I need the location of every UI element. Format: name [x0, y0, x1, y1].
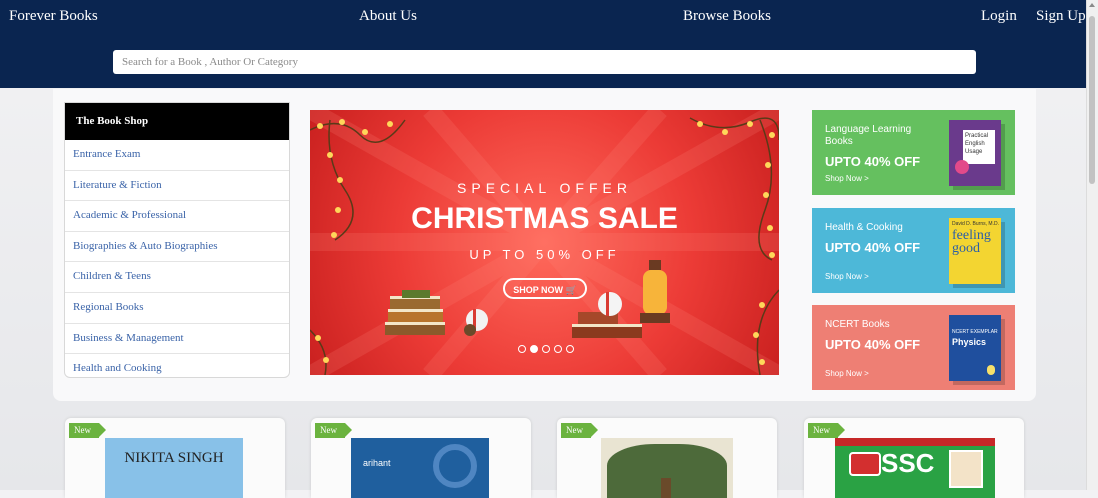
carousel-dot-active[interactable] — [530, 345, 538, 353]
category-business-management[interactable]: Business & Management — [65, 324, 289, 355]
category-biographies[interactable]: Biographies & Auto Biographies — [65, 232, 289, 263]
book-cover-image — [601, 438, 733, 498]
promo-health-cooking[interactable]: Health & Cooking UPTO 40% OFF Shop Now >… — [812, 208, 1015, 293]
book-cover-title: Practical English Usage — [963, 130, 995, 164]
book-cover-art — [955, 160, 969, 174]
promo-carousel[interactable]: SPECIAL OFFER CHRISTMAS SALE UP TO 50% O… — [310, 110, 779, 375]
book-cover-image: SSC — [835, 438, 995, 498]
category-children-teens[interactable]: Children & Teens — [65, 262, 289, 293]
book-cover-author: David D. Burns, M.D. — [952, 221, 999, 227]
carousel-dot[interactable] — [518, 345, 526, 353]
category-sidebar: The Book Shop Entrance Exam Literature &… — [64, 102, 290, 378]
book-cover-image: David D. Burns, M.D. feeling good — [949, 218, 1001, 284]
brand-logo-link[interactable]: Forever Books — [9, 8, 98, 25]
promo-language-learning[interactable]: Language Learning Books UPTO 40% OFF Sho… — [812, 110, 1015, 195]
sidebar-title: The Book Shop — [65, 103, 289, 140]
gift-books-illustration — [385, 290, 488, 336]
book-card[interactable]: New arihant — [311, 418, 531, 498]
promo-offer: UPTO 40% OFF — [825, 337, 921, 352]
new-badge: New — [808, 423, 845, 438]
book-cover-series: NCERT EXEMPLAR — [952, 329, 998, 335]
scrollbar-thumb[interactable] — [1089, 16, 1095, 184]
banner-discount: UP TO 50% OFF — [469, 247, 620, 262]
promo-category: Health & Cooking — [825, 222, 903, 233]
carousel-dot[interactable] — [554, 345, 562, 353]
banner-headline: CHRISTMAS SALE — [411, 202, 678, 235]
new-badge: New — [69, 423, 106, 438]
tree-trunk — [661, 478, 671, 498]
category-regional-books[interactable]: Regional Books — [65, 293, 289, 324]
category-literature-fiction[interactable]: Literature & Fiction — [65, 171, 289, 202]
nav-browse-books[interactable]: Browse Books — [683, 8, 771, 25]
carousel-dot[interactable] — [542, 345, 550, 353]
cover-top-strip — [835, 438, 995, 446]
banner-shop-now-button[interactable]: SHOP NOW 🛒 — [503, 278, 587, 299]
new-badge: New — [315, 423, 352, 438]
nav-about-us[interactable]: About Us — [359, 8, 417, 25]
book-card[interactable]: New NIKITA SINGH — [65, 418, 285, 498]
promo-offer: UPTO 40% OFF — [825, 154, 921, 169]
banner-special-offer: SPECIAL OFFER — [457, 180, 632, 196]
promo-ncert-books[interactable]: NCERT Books UPTO 40% OFF Shop Now > NCER… — [812, 305, 1015, 390]
book-cover-text: SSC — [881, 448, 935, 478]
promo-shop-now-link[interactable]: Shop Now > — [825, 272, 869, 281]
promo-category: Language Learning Books — [825, 124, 912, 147]
lightbulb-icon — [987, 365, 995, 375]
book-cover-image: arihant — [351, 438, 489, 498]
promo-offer: UPTO 40% OFF — [825, 240, 921, 255]
author-photo — [949, 450, 983, 488]
category-entrance-exam[interactable]: Entrance Exam — [65, 140, 289, 171]
promo-shop-now-link[interactable]: Shop Now > — [825, 369, 869, 378]
publisher-logo — [849, 452, 881, 476]
signup-link[interactable]: Sign Up — [1036, 8, 1086, 25]
book-cover-image: NIKITA SINGH — [105, 438, 243, 498]
page-scrollbar[interactable] — [1086, 0, 1098, 490]
carousel-indicators — [518, 340, 578, 358]
category-academic-professional[interactable]: Academic & Professional — [65, 201, 289, 232]
banner-decoration — [310, 110, 779, 375]
search-input[interactable] — [113, 50, 976, 74]
book-cover-image: Practical English Usage — [949, 120, 1001, 186]
banner-shop-now-label: SHOP NOW — [513, 285, 564, 295]
login-link[interactable]: Login — [981, 8, 1017, 25]
scroll-up-icon[interactable] — [1089, 3, 1095, 7]
promo-category: NCERT Books — [825, 319, 890, 330]
book-cover-title: Physics — [952, 337, 987, 347]
book-card[interactable]: New SSC — [804, 418, 1024, 498]
carousel-dot[interactable] — [566, 345, 574, 353]
book-cover-image: NCERT EXEMPLAR Physics — [949, 315, 1001, 381]
cart-icon: 🛒 — [565, 285, 577, 295]
top-navbar: Forever Books About Us Browse Books Logi… — [0, 0, 1098, 88]
category-health-cooking[interactable]: Health and Cooking — [65, 354, 289, 377]
new-badge: New — [561, 423, 598, 438]
book-cover-text: NIKITA SINGH — [124, 450, 224, 466]
book-card[interactable]: New — [557, 418, 777, 498]
target-graphic — [433, 444, 477, 488]
book-cover-title: feeling good — [952, 228, 991, 256]
promo-shop-now-link[interactable]: Shop Now > — [825, 174, 869, 183]
